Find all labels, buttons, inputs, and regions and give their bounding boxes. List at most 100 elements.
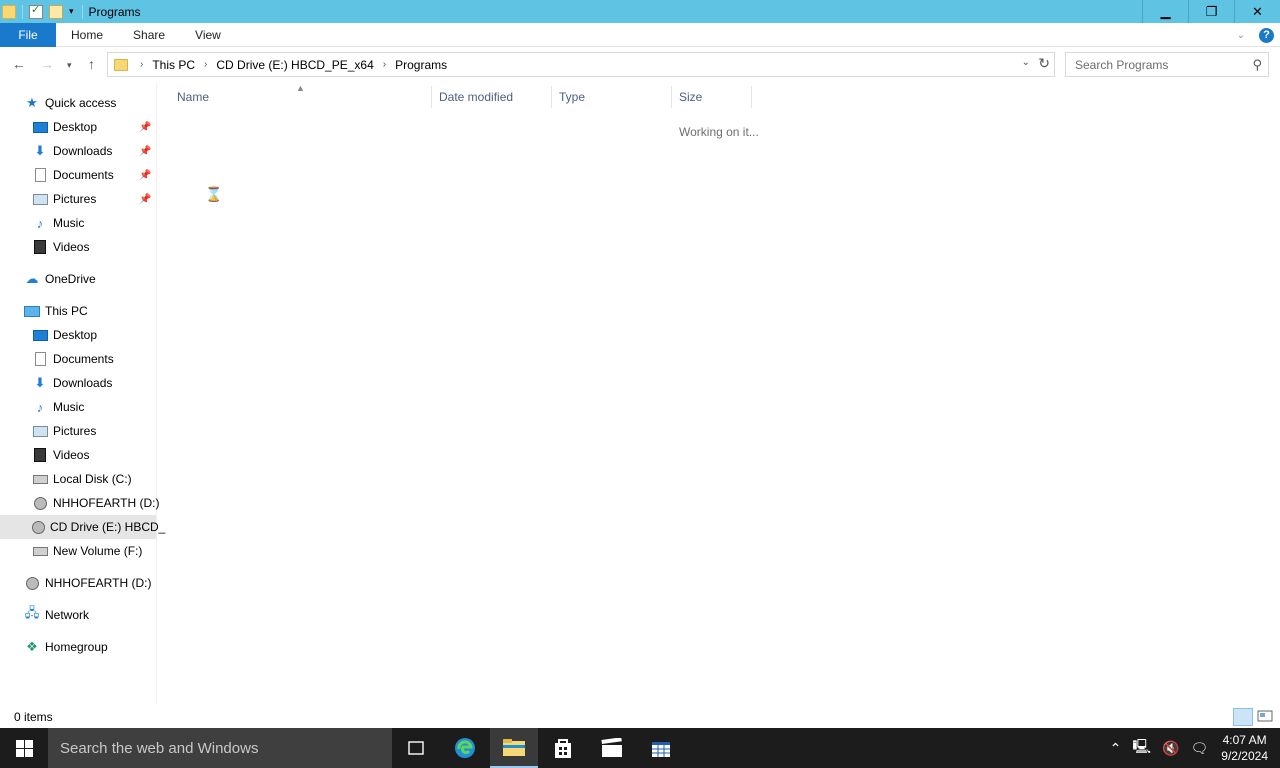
address-dropdown-chevron-icon[interactable]: ⌄	[1022, 57, 1030, 68]
column-header-size[interactable]: Size	[672, 86, 752, 108]
tab-share[interactable]: Share	[118, 28, 180, 42]
star-icon: ★	[26, 95, 38, 110]
column-header-name[interactable]: Name ▲	[160, 83, 432, 108]
ribbon-tabs: File Home Share View ⌄ ?	[0, 22, 1280, 47]
pin-icon[interactable]: 📌	[139, 122, 151, 133]
recent-locations-chevron-icon[interactable]: ▾	[67, 60, 72, 71]
address-bar[interactable]: › This PC › CD Drive (E:) HBCD_PE_x64 › …	[107, 52, 1055, 77]
tab-home[interactable]: Home	[56, 28, 118, 42]
forward-arrow-icon[interactable]: →	[40, 56, 54, 72]
nav-pc-nhhofearth-d[interactable]: NHHOFEARTH (D:)	[32, 491, 159, 515]
nav-pc-videos[interactable]: Videos	[32, 443, 89, 467]
action-center-icon[interactable]: 🗨	[1191, 740, 1209, 757]
search-input[interactable]: Search Programs	[1066, 58, 1252, 72]
nav-label: Local Disk (C:)	[53, 472, 132, 486]
file-explorer-icon	[503, 739, 525, 756]
nav-this-pc[interactable]: This PC	[24, 299, 88, 323]
chevron-right-icon[interactable]: ›	[377, 59, 392, 70]
window-title: Programs	[81, 4, 141, 19]
network-icon: 🖧	[24, 605, 40, 620]
nav-onedrive[interactable]: ☁ OneDrive	[24, 267, 96, 291]
nav-pc-local-disk-c[interactable]: Local Disk (C:)	[32, 467, 132, 491]
nav-quick-pictures[interactable]: Pictures 📌	[32, 187, 157, 211]
restore-button[interactable]: ❐	[1188, 0, 1234, 23]
breadcrumb-cd-drive[interactable]: CD Drive (E:) HBCD_PE_x64	[213, 58, 376, 72]
nav-pc-desktop[interactable]: Desktop	[32, 323, 97, 347]
task-view-button[interactable]	[392, 728, 440, 768]
breadcrumb-this-pc[interactable]: This PC	[149, 58, 198, 72]
task-view-icon	[408, 741, 424, 755]
volume-muted-icon[interactable]: 🔇	[1162, 740, 1179, 757]
network-status-icon[interactable]: 🖳	[1132, 736, 1151, 760]
help-icon[interactable]: ?	[1259, 27, 1274, 43]
music-note-icon: ♪	[36, 215, 44, 231]
column-label: Type	[559, 90, 586, 104]
pictures-icon	[32, 425, 48, 437]
nav-nhhofearth-d[interactable]: NHHOFEARTH (D:)	[24, 571, 151, 595]
nav-quick-desktop[interactable]: Desktop 📌	[32, 115, 157, 139]
nav-label: Desktop	[53, 328, 98, 342]
taskbar-task-manager-button[interactable]	[637, 728, 685, 768]
search-icon[interactable]: ⚲	[1252, 57, 1268, 73]
column-label: Name	[177, 90, 210, 104]
column-header-date-modified[interactable]: Date modified	[432, 86, 552, 108]
large-icons-view-icon[interactable]	[1257, 708, 1275, 726]
new-folder-icon[interactable]	[49, 4, 63, 19]
column-header-row: Name ▲ Date modified Type Size	[160, 83, 752, 108]
computer-icon	[24, 305, 40, 317]
nav-label: Music	[53, 216, 85, 230]
nav-pc-cd-drive-e[interactable]: CD Drive (E:) HBCD_	[0, 515, 165, 539]
nav-label: CD Drive (E:) HBCD_	[50, 520, 166, 534]
tab-file[interactable]: File	[0, 22, 56, 47]
tab-view[interactable]: View	[180, 28, 236, 42]
properties-icon[interactable]	[29, 3, 43, 19]
taskbar-video-app-button[interactable]	[588, 728, 636, 768]
pin-icon[interactable]: 📌	[139, 170, 151, 181]
taskbar-edge-button[interactable]	[441, 728, 489, 768]
pin-icon[interactable]: 📌	[139, 146, 151, 157]
nav-quick-downloads[interactable]: ⬇ Downloads 📌	[32, 139, 157, 163]
nav-label: Pictures	[53, 192, 97, 206]
column-header-type[interactable]: Type	[552, 86, 672, 108]
nav-label: This PC	[45, 304, 88, 318]
nav-homegroup[interactable]: ❖ Homegroup	[24, 635, 108, 659]
details-view-icon[interactable]	[1233, 708, 1253, 726]
taskbar-search-input[interactable]: Search the web and Windows	[60, 740, 258, 757]
search-box[interactable]: Search Programs ⚲	[1065, 52, 1269, 77]
customize-toolbar-chevron-icon[interactable]: ▾	[69, 6, 74, 17]
nav-pc-music[interactable]: ♪ Music	[32, 395, 85, 419]
nav-quick-documents[interactable]: Documents 📌	[32, 163, 157, 187]
expand-ribbon-chevron-icon[interactable]: ⌄	[1237, 30, 1245, 41]
cd-drive-icon	[25, 576, 39, 590]
chevron-right-icon[interactable]: ›	[198, 59, 213, 70]
nav-pc-pictures[interactable]: Pictures	[32, 419, 96, 443]
taskbar-search-box[interactable]: Search the web and Windows	[48, 728, 392, 768]
nav-quick-music[interactable]: ♪ Music	[32, 211, 85, 235]
start-button[interactable]	[0, 728, 48, 768]
quick-access-toolbar: ▾	[0, 0, 82, 23]
nav-quick-access[interactable]: ★ Quick access	[24, 91, 116, 115]
back-arrow-icon[interactable]: ←	[12, 56, 26, 72]
close-button[interactable]: ✕	[1234, 0, 1280, 23]
refresh-icon[interactable]: ↻	[1038, 55, 1050, 72]
cloud-icon: ☁	[25, 271, 39, 286]
breadcrumb-programs[interactable]: Programs	[392, 58, 450, 72]
system-tray: ⌃ 🖳 🔇 🗨 4:07 AM 9/2/2024	[1110, 728, 1280, 768]
pin-icon[interactable]: 📌	[139, 194, 151, 205]
chevron-right-icon[interactable]: ›	[134, 59, 149, 70]
taskbar-store-button[interactable]	[539, 728, 587, 768]
nav-network[interactable]: 🖧 Network	[24, 603, 89, 627]
nav-quick-videos[interactable]: Videos	[32, 235, 89, 259]
hard-disk-icon	[32, 546, 48, 556]
cd-drive-icon	[33, 496, 47, 510]
nav-pc-downloads[interactable]: ⬇ Downloads	[32, 371, 113, 395]
sort-ascending-icon: ▲	[296, 83, 305, 93]
clock[interactable]: 4:07 AM 9/2/2024	[1221, 732, 1268, 764]
taskbar-file-explorer-button[interactable]	[490, 728, 538, 768]
nav-pc-new-volume-f[interactable]: New Volume (F:)	[32, 539, 142, 563]
show-hidden-icons-chevron-icon[interactable]: ⌃	[1110, 740, 1122, 757]
up-arrow-icon[interactable]: ↑	[88, 56, 95, 72]
clock-time: 4:07 AM	[1222, 733, 1267, 747]
nav-pc-documents[interactable]: Documents	[32, 347, 114, 371]
minimize-button[interactable]: ▁	[1142, 0, 1188, 23]
